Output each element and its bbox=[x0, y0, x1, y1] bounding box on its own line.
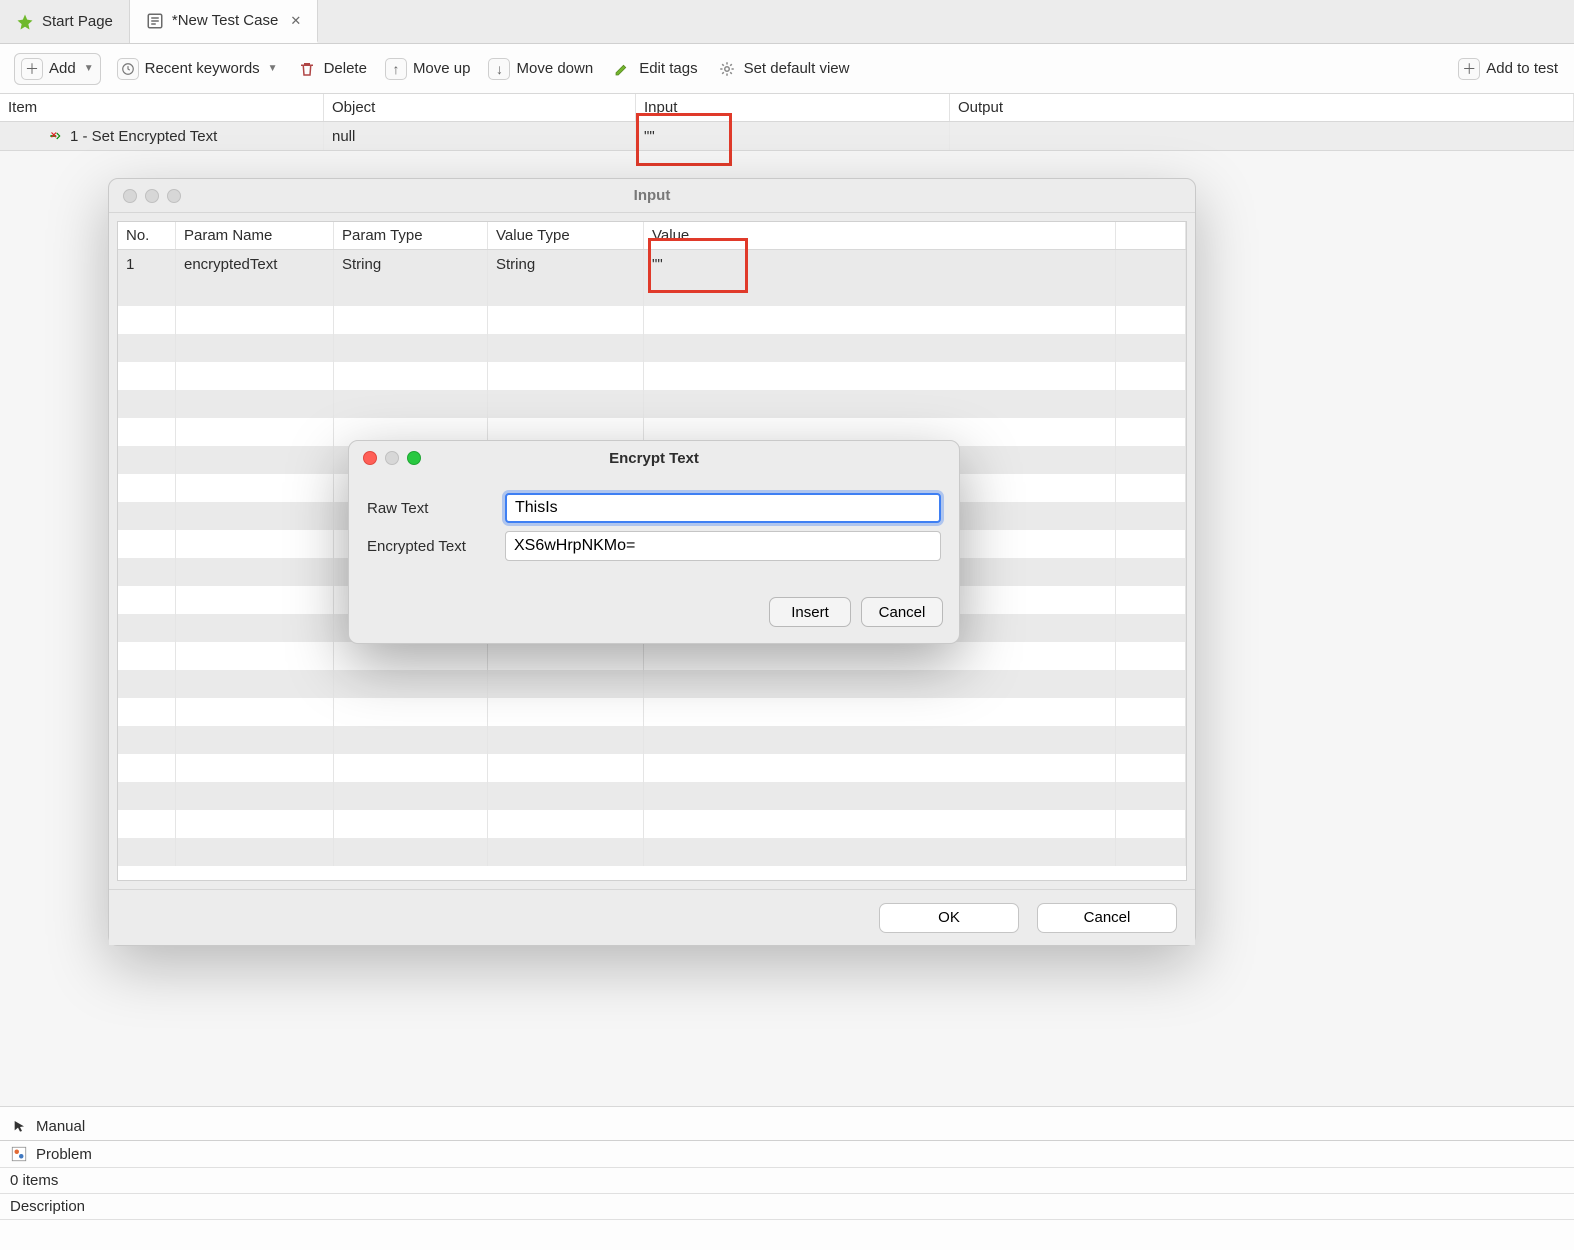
star-icon bbox=[16, 13, 34, 31]
add-to-test-button[interactable]: ＋ Add to test bbox=[1456, 54, 1560, 84]
col-param-type[interactable]: Param Type bbox=[334, 222, 488, 249]
col-no[interactable]: No. bbox=[118, 222, 176, 249]
cell-item: 1 - Set Encrypted Text bbox=[70, 128, 217, 145]
tab-label: Start Page bbox=[42, 13, 113, 30]
tab-bar: Start Page *New Test Case ✕ bbox=[0, 0, 1574, 44]
gear-icon bbox=[716, 58, 738, 80]
pencil-icon bbox=[611, 58, 633, 80]
dialog-titlebar[interactable]: Input bbox=[109, 179, 1195, 213]
encrypt-text-dialog: Encrypt Text Raw Text Encrypted Text Ins… bbox=[348, 440, 960, 644]
move-down-label: Move down bbox=[516, 60, 593, 77]
tab-start-page[interactable]: Start Page bbox=[0, 0, 130, 43]
table-row[interactable]: 1 encryptedText String String "" bbox=[118, 250, 1186, 278]
add-button[interactable]: ＋ Add ▼ bbox=[14, 53, 101, 85]
set-default-view-label: Set default view bbox=[744, 60, 850, 77]
tab-label: *New Test Case bbox=[172, 12, 278, 29]
items-count: 0 items bbox=[10, 1172, 58, 1189]
test-steps-grid: Item Object Input Output 1 - Set Encrypt… bbox=[0, 94, 1574, 151]
close-icon[interactable]: ✕ bbox=[290, 13, 301, 29]
cell-param-name: encryptedText bbox=[184, 256, 277, 273]
cursor-icon bbox=[12, 1119, 28, 1135]
move-up-button[interactable]: ↑ Move up bbox=[383, 54, 473, 84]
grid-row[interactable]: 1 - Set Encrypted Text null "" bbox=[0, 122, 1574, 150]
toolbar: ＋ Add ▼ Recent keywords ▼ Delete ↑ Move … bbox=[0, 44, 1574, 94]
cancel-button[interactable]: Cancel bbox=[861, 597, 943, 627]
cell-object: null bbox=[332, 128, 355, 145]
edit-tags-label: Edit tags bbox=[639, 60, 697, 77]
col-item[interactable]: Item bbox=[0, 94, 324, 121]
test-case-icon bbox=[146, 12, 164, 30]
problems-panel: Problem 0 items Description bbox=[0, 1140, 1574, 1250]
encrypted-text-label: Encrypted Text bbox=[367, 538, 493, 555]
cell-param-type: String bbox=[342, 256, 381, 273]
col-param-name[interactable]: Param Name bbox=[176, 222, 334, 249]
add-to-test-label: Add to test bbox=[1486, 60, 1558, 77]
table-header: No. Param Name Param Type Value Type Val… bbox=[118, 222, 1186, 250]
tab-new-test-case[interactable]: *New Test Case ✕ bbox=[130, 0, 318, 43]
cell-no: 1 bbox=[126, 256, 134, 273]
problems-title[interactable]: Problem bbox=[36, 1146, 92, 1163]
chevron-down-icon: ▼ bbox=[268, 63, 278, 74]
delete-label: Delete bbox=[324, 60, 367, 77]
description-header[interactable]: Description bbox=[10, 1198, 85, 1215]
move-down-button[interactable]: ↓ Move down bbox=[486, 54, 595, 84]
raw-text-label: Raw Text bbox=[367, 500, 493, 517]
col-output[interactable]: Output bbox=[950, 94, 1574, 121]
col-input[interactable]: Input bbox=[636, 94, 950, 121]
cell-input: "" bbox=[644, 128, 655, 145]
cell-value-type: String bbox=[496, 256, 535, 273]
ok-button[interactable]: OK bbox=[879, 903, 1019, 933]
arrow-down-icon: ↓ bbox=[488, 58, 510, 80]
step-status-icon bbox=[48, 129, 62, 143]
edit-tags-button[interactable]: Edit tags bbox=[609, 54, 699, 84]
col-object[interactable]: Object bbox=[324, 94, 636, 121]
move-up-label: Move up bbox=[413, 60, 471, 77]
plus-icon: ＋ bbox=[1458, 58, 1480, 80]
dialog-title: Encrypt Text bbox=[349, 450, 959, 467]
recent-keywords-label: Recent keywords bbox=[145, 60, 260, 77]
dialog-footer: OK Cancel bbox=[109, 889, 1195, 945]
dialog-titlebar[interactable]: Encrypt Text bbox=[349, 441, 959, 475]
recent-keywords-button[interactable]: Recent keywords ▼ bbox=[115, 54, 280, 84]
manual-tab-label[interactable]: Manual bbox=[36, 1118, 85, 1135]
chevron-down-icon: ▼ bbox=[84, 63, 94, 74]
cancel-button[interactable]: Cancel bbox=[1037, 903, 1177, 933]
clock-icon bbox=[117, 58, 139, 80]
raw-text-input[interactable] bbox=[505, 493, 941, 523]
col-value-type[interactable]: Value Type bbox=[488, 222, 644, 249]
col-value[interactable]: Value bbox=[644, 222, 1116, 249]
insert-button[interactable]: Insert bbox=[769, 597, 851, 627]
dialog-title: Input bbox=[109, 187, 1195, 204]
set-default-view-button[interactable]: Set default view bbox=[714, 54, 852, 84]
cell-value: "" bbox=[652, 256, 663, 273]
plus-icon: ＋ bbox=[21, 58, 43, 80]
delete-button[interactable]: Delete bbox=[294, 54, 369, 84]
add-label: Add bbox=[49, 60, 76, 77]
arrow-up-icon: ↑ bbox=[385, 58, 407, 80]
encrypted-text-input[interactable] bbox=[505, 531, 941, 561]
problems-icon bbox=[10, 1145, 28, 1163]
grid-header: Item Object Input Output bbox=[0, 94, 1574, 122]
trash-icon bbox=[296, 58, 318, 80]
